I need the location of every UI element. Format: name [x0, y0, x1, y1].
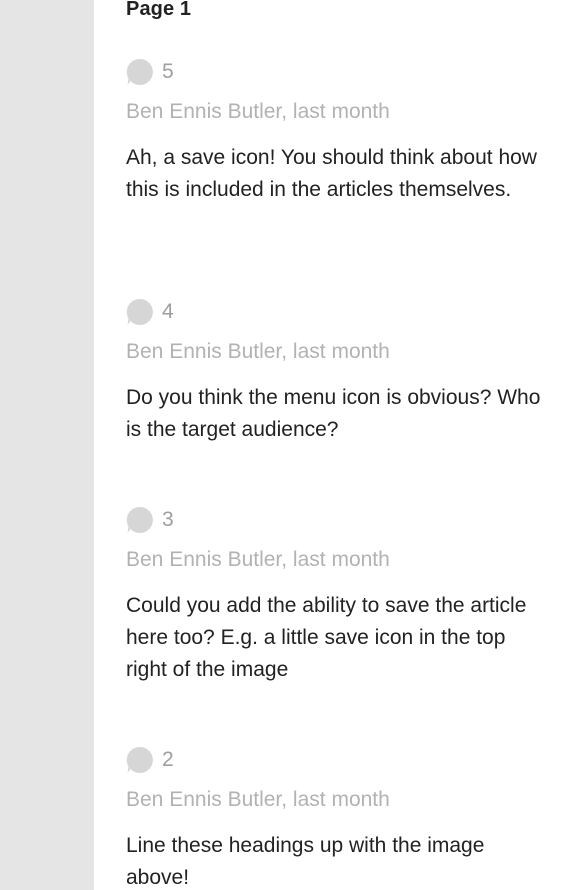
comment-number: 2 [162, 748, 174, 771]
comment-header: 2 [126, 744, 546, 776]
page-title: Page 1 [126, 0, 192, 20]
comment-bubble-icon [126, 506, 154, 534]
comments-panel: Page 1 5 Ben Ennis Butler, last month Ah… [94, 0, 566, 890]
comment-text: Ah, a save icon! You should think about … [126, 146, 537, 201]
comment-header: 5 [126, 56, 546, 88]
comment-item[interactable]: 5 Ben Ennis Butler, last month Ah, a sav… [126, 56, 546, 206]
comment-number: 5 [162, 60, 174, 83]
comment-number: 4 [162, 300, 174, 323]
comment-item[interactable]: 2 Ben Ennis Butler, last month Line thes… [126, 744, 546, 890]
comment-item[interactable]: 4 Ben Ennis Butler, last month Do you th… [126, 296, 546, 446]
comment-author-time: Ben Ennis Butler, last month [126, 100, 390, 123]
comment-bubble-icon [126, 746, 154, 774]
comment-bubble-icon [126, 298, 154, 326]
comment-header: 3 [126, 504, 546, 536]
comment-number: 3 [162, 508, 174, 531]
comment-text: Do you think the menu icon is obvious? W… [126, 386, 541, 441]
comment-author-time: Ben Ennis Butler, last month [126, 788, 390, 811]
comment-author-time: Ben Ennis Butler, last month [126, 340, 390, 363]
comment-item[interactable]: 3 Ben Ennis Butler, last month Could you… [126, 504, 546, 686]
left-gutter [0, 0, 94, 890]
comment-text: Could you add the ability to save the ar… [126, 594, 527, 681]
comment-author-time: Ben Ennis Butler, last month [126, 548, 390, 571]
comment-text: Line these headings up with the image ab… [126, 834, 485, 889]
comment-bubble-icon [126, 58, 154, 86]
comment-header: 4 [126, 296, 546, 328]
